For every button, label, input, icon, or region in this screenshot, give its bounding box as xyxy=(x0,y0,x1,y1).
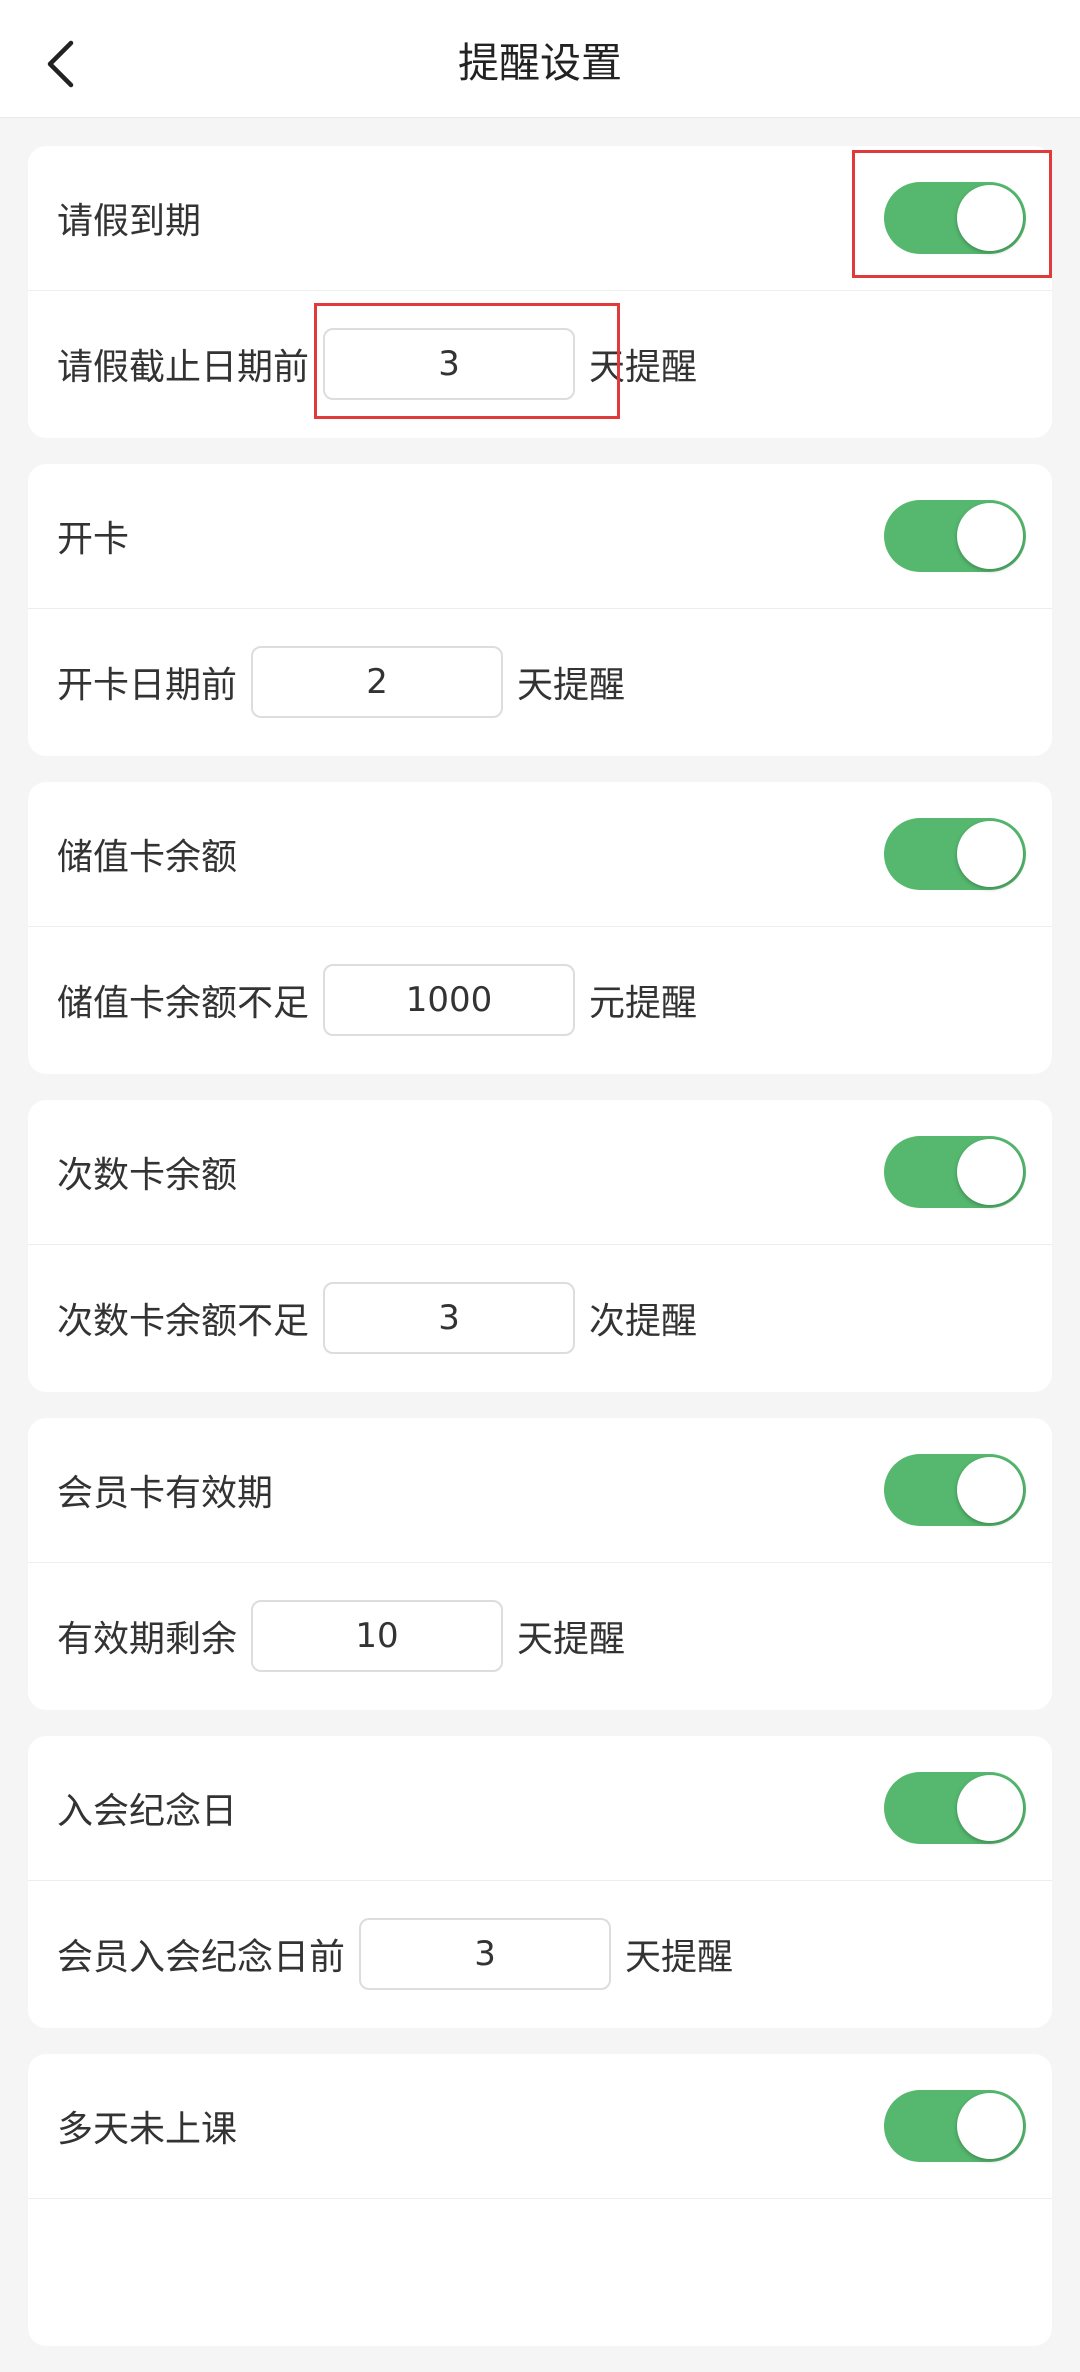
toggle-knob xyxy=(957,185,1023,251)
toggle-knob xyxy=(957,821,1023,887)
toggle-knob xyxy=(957,503,1023,569)
threshold-suffix: 天提醒 xyxy=(589,346,698,388)
threshold-prefix: 有效期剩余 xyxy=(57,1618,238,1660)
card-membership-validity: 会员卡有效期 有效期剩余 天提醒 xyxy=(28,1418,1052,1710)
validity-days-input[interactable] xyxy=(251,1599,504,1672)
threshold-suffix: 元提醒 xyxy=(589,982,698,1024)
threshold-prefix: 次数卡余额不足 xyxy=(57,1300,310,1342)
toggle-label: 入会纪念日 xyxy=(57,1791,238,1832)
count-card-times-input[interactable] xyxy=(323,1281,576,1354)
stored-value-amount-input[interactable] xyxy=(323,963,576,1036)
card-stored-value-balance: 储值卡余额 储值卡余额不足 元提醒 xyxy=(28,782,1052,1074)
count-card-toggle[interactable] xyxy=(884,1136,1026,1208)
threshold-row: 会员入会纪念日前 天提醒 xyxy=(28,1881,1052,2026)
threshold-suffix: 天提醒 xyxy=(625,1936,734,1978)
toggle-knob xyxy=(957,2093,1023,2159)
threshold-prefix: 储值卡余额不足 xyxy=(57,982,310,1024)
threshold-row: 请假截止日期前 天提醒 xyxy=(28,291,1052,436)
join-anniversary-toggle[interactable] xyxy=(884,1772,1026,1844)
card-card-activation: 开卡 开卡日期前 天提醒 xyxy=(28,464,1052,756)
toggle-label: 次数卡余额 xyxy=(57,1155,238,1196)
toggle-row: 会员卡有效期 xyxy=(28,1418,1052,1563)
card-activation-days-input[interactable] xyxy=(251,645,504,718)
toggle-label: 多天未上课 xyxy=(57,2109,238,2150)
toggle-label: 会员卡有效期 xyxy=(57,1473,274,1514)
stored-value-toggle[interactable] xyxy=(884,818,1026,890)
settings-list: 请假到期 请假截止日期前 天提醒 开卡 开卡日期前 天提醒 储值卡余额 储值卡余… xyxy=(28,146,1052,2372)
anniversary-days-input[interactable] xyxy=(359,1917,612,1990)
threshold-row: 储值卡余额不足 元提醒 xyxy=(28,927,1052,1072)
threshold-suffix: 次提醒 xyxy=(589,1300,698,1342)
leave-expiry-toggle[interactable] xyxy=(884,182,1026,254)
toggle-row: 次数卡余额 xyxy=(28,1100,1052,1245)
threshold-prefix: 请假截止日期前 xyxy=(57,346,310,388)
threshold-row: 次数卡余额不足 次提醒 xyxy=(28,1245,1052,1390)
card-join-anniversary: 入会纪念日 会员入会纪念日前 天提醒 xyxy=(28,1736,1052,2028)
toggle-label: 请假到期 xyxy=(57,201,202,242)
card-leave-expiry: 请假到期 请假截止日期前 天提醒 xyxy=(28,146,1052,438)
absence-days-toggle[interactable] xyxy=(884,2090,1026,2162)
toggle-knob xyxy=(957,1457,1023,1523)
toggle-label: 储值卡余额 xyxy=(57,837,238,878)
toggle-knob xyxy=(957,1139,1023,1205)
threshold-suffix: 天提醒 xyxy=(517,1618,626,1660)
toggle-knob xyxy=(957,1775,1023,1841)
threshold-suffix: 天提醒 xyxy=(517,664,626,706)
toggle-row: 开卡 xyxy=(28,464,1052,609)
card-count-card-balance: 次数卡余额 次数卡余额不足 次提醒 xyxy=(28,1100,1052,1392)
toggle-row: 储值卡余额 xyxy=(28,782,1052,927)
toggle-row: 请假到期 xyxy=(28,146,1052,291)
page-title: 提醒设置 xyxy=(458,39,622,87)
membership-validity-toggle[interactable] xyxy=(884,1454,1026,1526)
threshold-prefix: 开卡日期前 xyxy=(57,664,238,706)
toggle-row: 入会纪念日 xyxy=(28,1736,1052,1881)
toggle-label: 开卡 xyxy=(57,519,130,560)
nav-bar: 提醒设置 xyxy=(0,0,1080,118)
threshold-prefix: 会员入会纪念日前 xyxy=(57,1936,346,1978)
threshold-row: 有效期剩余 天提醒 xyxy=(28,1563,1052,1708)
threshold-row: 开卡日期前 天提醒 xyxy=(28,609,1052,754)
card-absence-days: 多天未上课 xyxy=(28,2054,1052,2346)
card-activation-toggle[interactable] xyxy=(884,500,1026,572)
toggle-row: 多天未上课 xyxy=(28,2054,1052,2199)
leave-expiry-days-input[interactable] xyxy=(323,327,576,400)
